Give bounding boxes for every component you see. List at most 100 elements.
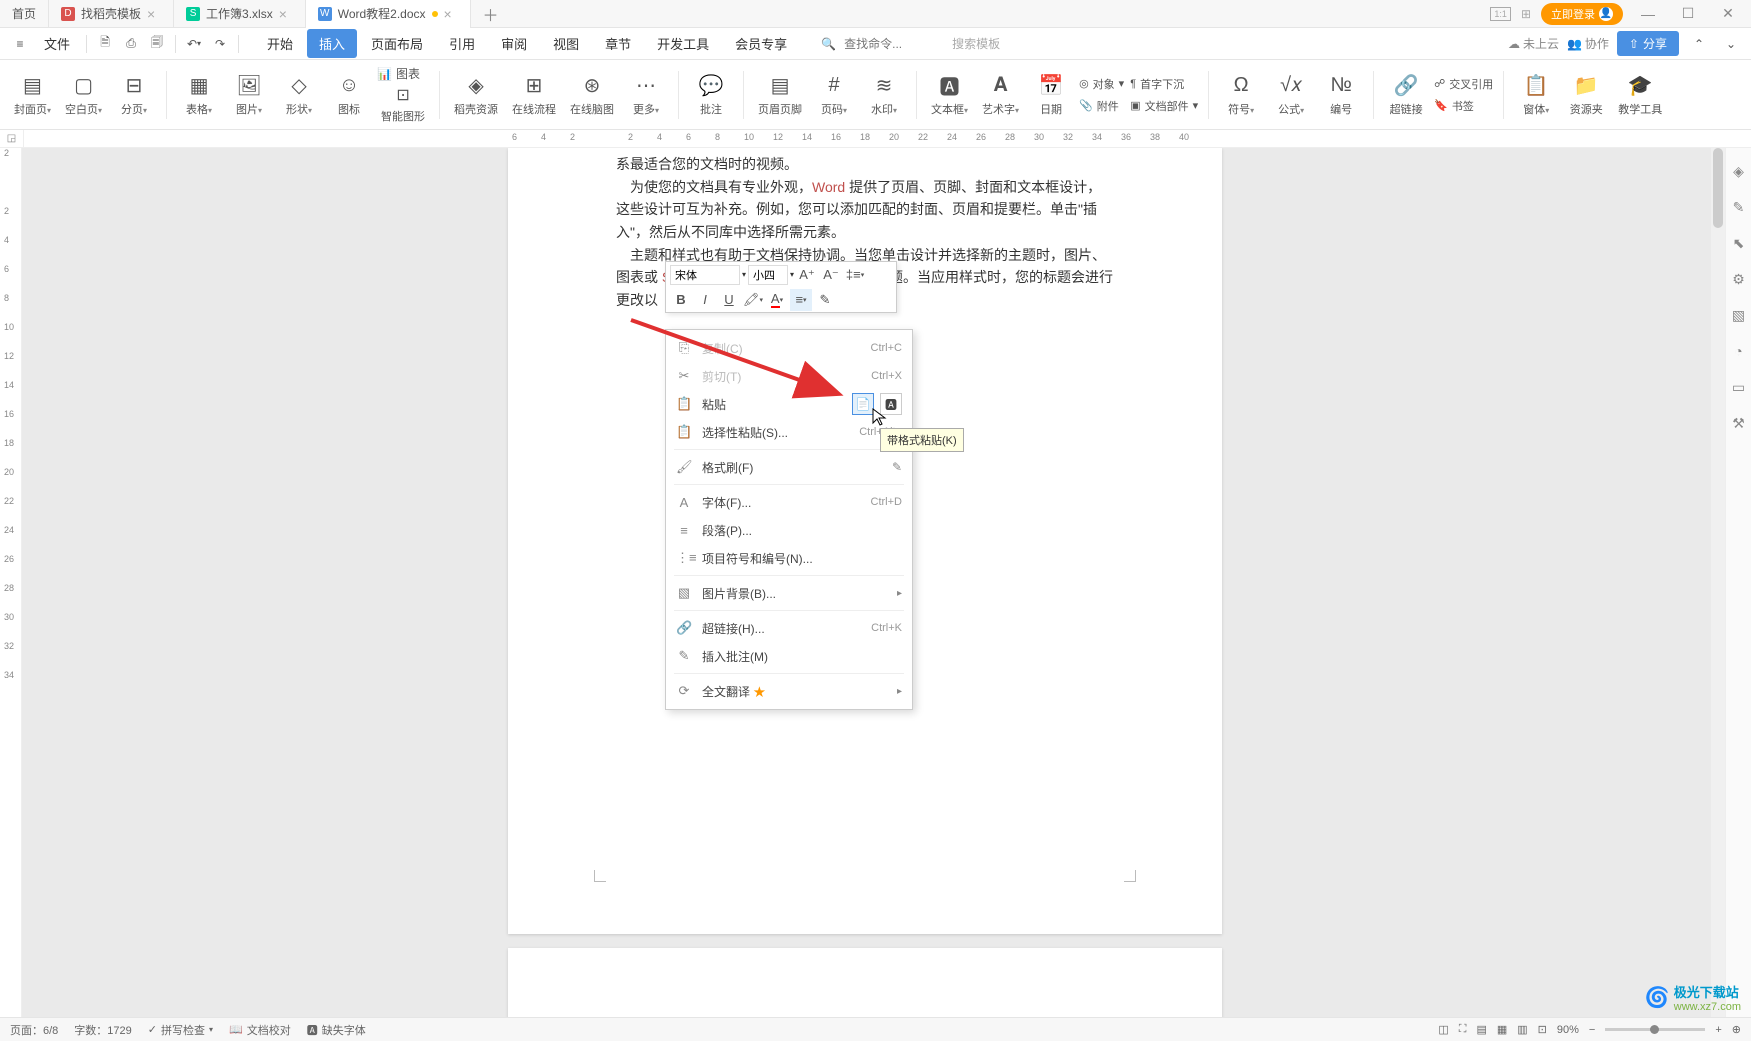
format-painter-icon[interactable]: ✎ [814, 289, 836, 311]
forms-button[interactable]: 📋窗体▾ [1514, 65, 1558, 125]
collapse-ribbon-icon[interactable]: ⌃ [1687, 32, 1711, 56]
dropcap-button[interactable]: ¶首字下沉 [1130, 76, 1198, 92]
view-fullscreen-icon[interactable]: ⛶ [1459, 1023, 1467, 1036]
share-button[interactable]: ⇧分享 [1617, 31, 1679, 56]
hyperlink-button[interactable]: 🔗超链接 [1384, 65, 1428, 125]
paste-keep-format-icon[interactable]: 📄 [852, 393, 874, 415]
proofread-status[interactable]: 📖文档校对 [229, 1022, 291, 1038]
watermark-button[interactable]: ≋水印▾ [862, 65, 906, 125]
context-menu-item[interactable]: 🖌格式刷(F)✎ [666, 453, 912, 481]
view-nav-icon[interactable]: ◫ [1438, 1023, 1448, 1036]
ribbon-tab-reference[interactable]: 引用 [437, 29, 487, 58]
attachment-button[interactable]: 📎附件 [1079, 98, 1124, 114]
context-menu-item[interactable]: 📋选择性粘贴(S)...Ctrl+Alt+ [666, 418, 912, 446]
fit-page-icon[interactable]: ⊡ [1538, 1023, 1547, 1036]
pen-panel-icon[interactable]: ✎ [1730, 198, 1748, 216]
close-icon[interactable]: × [444, 6, 458, 22]
object-button[interactable]: ◎对象▾ [1079, 76, 1124, 92]
close-window-button[interactable]: ✕ [1713, 5, 1743, 22]
scrollbar-thumb[interactable] [1713, 148, 1723, 228]
shrink-font-icon[interactable]: A⁻ [820, 264, 842, 286]
font-size-input[interactable] [748, 265, 788, 285]
settings-panel-icon[interactable]: ⚙ [1730, 270, 1748, 288]
font-name-input[interactable] [670, 265, 740, 285]
header-footer-button[interactable]: ▤页眉页脚 [754, 65, 806, 125]
maximize-button[interactable]: ☐ [1673, 5, 1703, 22]
view-print-icon[interactable]: ▤ [1476, 1023, 1486, 1036]
ribbon-tab-layout[interactable]: 页面布局 [359, 29, 435, 58]
date-button[interactable]: 📅日期 [1029, 65, 1073, 125]
collab-button[interactable]: 👥协作 [1567, 35, 1609, 52]
font-color-icon[interactable]: A▾ [766, 289, 788, 311]
preview-icon[interactable]: 🗐 [145, 32, 169, 56]
ribbon-tab-view[interactable]: 视图 [541, 29, 591, 58]
context-menu-item[interactable]: 🔗超链接(H)...Ctrl+K [666, 614, 912, 642]
zoom-in-button[interactable]: + [1715, 1024, 1721, 1036]
highlight-icon[interactable]: 🖍▾ [742, 289, 764, 311]
more-button[interactable]: ⋯更多▾ [624, 65, 668, 125]
shapes-button[interactable]: ◇形状▾ [277, 65, 321, 125]
select-panel-icon[interactable]: ⬉ [1730, 234, 1748, 252]
book-panel-icon[interactable]: ▭ [1730, 378, 1748, 396]
tab-home[interactable]: 首页 [0, 0, 49, 28]
docparts-button[interactable]: ▣文档部件▾ [1130, 98, 1198, 114]
grid-icon[interactable]: ⊞ [1521, 7, 1531, 21]
save-icon[interactable]: 🗎 [93, 32, 117, 56]
resource-folder-button[interactable]: 📁资源夹 [1564, 65, 1608, 125]
undo-icon[interactable]: ↶▾ [182, 32, 206, 56]
ribbon-tab-review[interactable]: 审阅 [489, 29, 539, 58]
close-icon[interactable]: × [279, 6, 293, 22]
vertical-scrollbar[interactable] [1711, 148, 1725, 1017]
crossref-button[interactable]: ☍交叉引用 [1434, 76, 1493, 92]
underline-icon[interactable]: U [718, 289, 740, 311]
tab-word-doc[interactable]: W Word教程2.docx × [306, 0, 471, 28]
ribbon-tab-section[interactable]: 章节 [593, 29, 643, 58]
number-button[interactable]: №编号 [1319, 65, 1363, 125]
textbox-button[interactable]: 🅰文本框▾ [927, 65, 972, 125]
paste-text-only-icon[interactable]: 🅰 [880, 393, 902, 415]
context-menu-item[interactable]: A字体(F)...Ctrl+D [666, 488, 912, 516]
zoom-out-button[interactable]: − [1589, 1024, 1595, 1036]
help-icon[interactable]: ⌄ [1719, 32, 1743, 56]
page-number-button[interactable]: #页码▾ [812, 65, 856, 125]
cloud-status[interactable]: ☁未上云 [1508, 35, 1559, 52]
bookmark-button[interactable]: 🔖书签 [1434, 98, 1493, 114]
menu-icon[interactable]: ≡ [8, 32, 32, 56]
page-status[interactable]: 页面：6/8 [10, 1022, 58, 1038]
table-button[interactable]: ▦表格▾ [177, 65, 221, 125]
template-search[interactable]: 搜索模板 [952, 35, 1000, 52]
gallery-panel-icon[interactable]: ▧ [1730, 306, 1748, 324]
align-icon[interactable]: ≡▾ [790, 289, 812, 311]
minimize-button[interactable]: — [1633, 6, 1663, 22]
file-menu[interactable]: 文件 [34, 34, 80, 53]
ribbon-tab-insert[interactable]: 插入 [307, 29, 357, 58]
line-spacing-icon[interactable]: ‡≡▾ [844, 264, 866, 286]
flowchart-button[interactable]: ⊞在线流程 [508, 65, 560, 125]
wordart-button[interactable]: 𝐀艺术字▾ [978, 65, 1023, 125]
tab-workbook[interactable]: S 工作簿3.xlsx × [174, 0, 306, 28]
context-menu-item[interactable]: ⋮≡项目符号和编号(N)... [666, 544, 912, 572]
context-menu-item[interactable]: ⟳全文翻译 ★▸ [666, 677, 912, 705]
spell-check-status[interactable]: ✓拼写检查▾ [148, 1022, 213, 1038]
context-menu-item[interactable]: ≡段落(P)... [666, 516, 912, 544]
view-outline-icon[interactable]: ▥ [1517, 1023, 1527, 1036]
add-tab-button[interactable]: ＋ [471, 2, 511, 26]
mindmap-button[interactable]: ⊛在线脑图 [566, 65, 618, 125]
equation-button[interactable]: √𝑥公式▾ [1269, 65, 1313, 125]
chart-button[interactable]: 📊图表 [377, 65, 429, 82]
cover-page-button[interactable]: ▤封面页▾ [10, 65, 55, 125]
italic-icon[interactable]: I [694, 289, 716, 311]
grow-font-icon[interactable]: A⁺ [796, 264, 818, 286]
horizontal-ruler[interactable]: ◲ 64224681012141618202224262830323436384… [0, 130, 1751, 148]
context-menu-item[interactable]: ▧图片背景(B)...▸ [666, 579, 912, 607]
search-icon[interactable]: 🔍 [821, 37, 836, 51]
picture-button[interactable]: 🖼图片▾ [227, 65, 271, 125]
symbol-button[interactable]: Ω符号▾ [1219, 65, 1263, 125]
blank-page-button[interactable]: ▢空白页▾ [61, 65, 106, 125]
layout-icon[interactable]: 1:1 [1490, 7, 1511, 21]
command-search-input[interactable] [844, 37, 944, 51]
word-count-status[interactable]: 字数：1729 [74, 1022, 131, 1038]
missing-font-status[interactable]: 🅰缺失字体 [307, 1022, 366, 1038]
ribbon-tab-start[interactable]: 开始 [255, 29, 305, 58]
ribbon-tab-member[interactable]: 会员专享 [723, 29, 799, 58]
